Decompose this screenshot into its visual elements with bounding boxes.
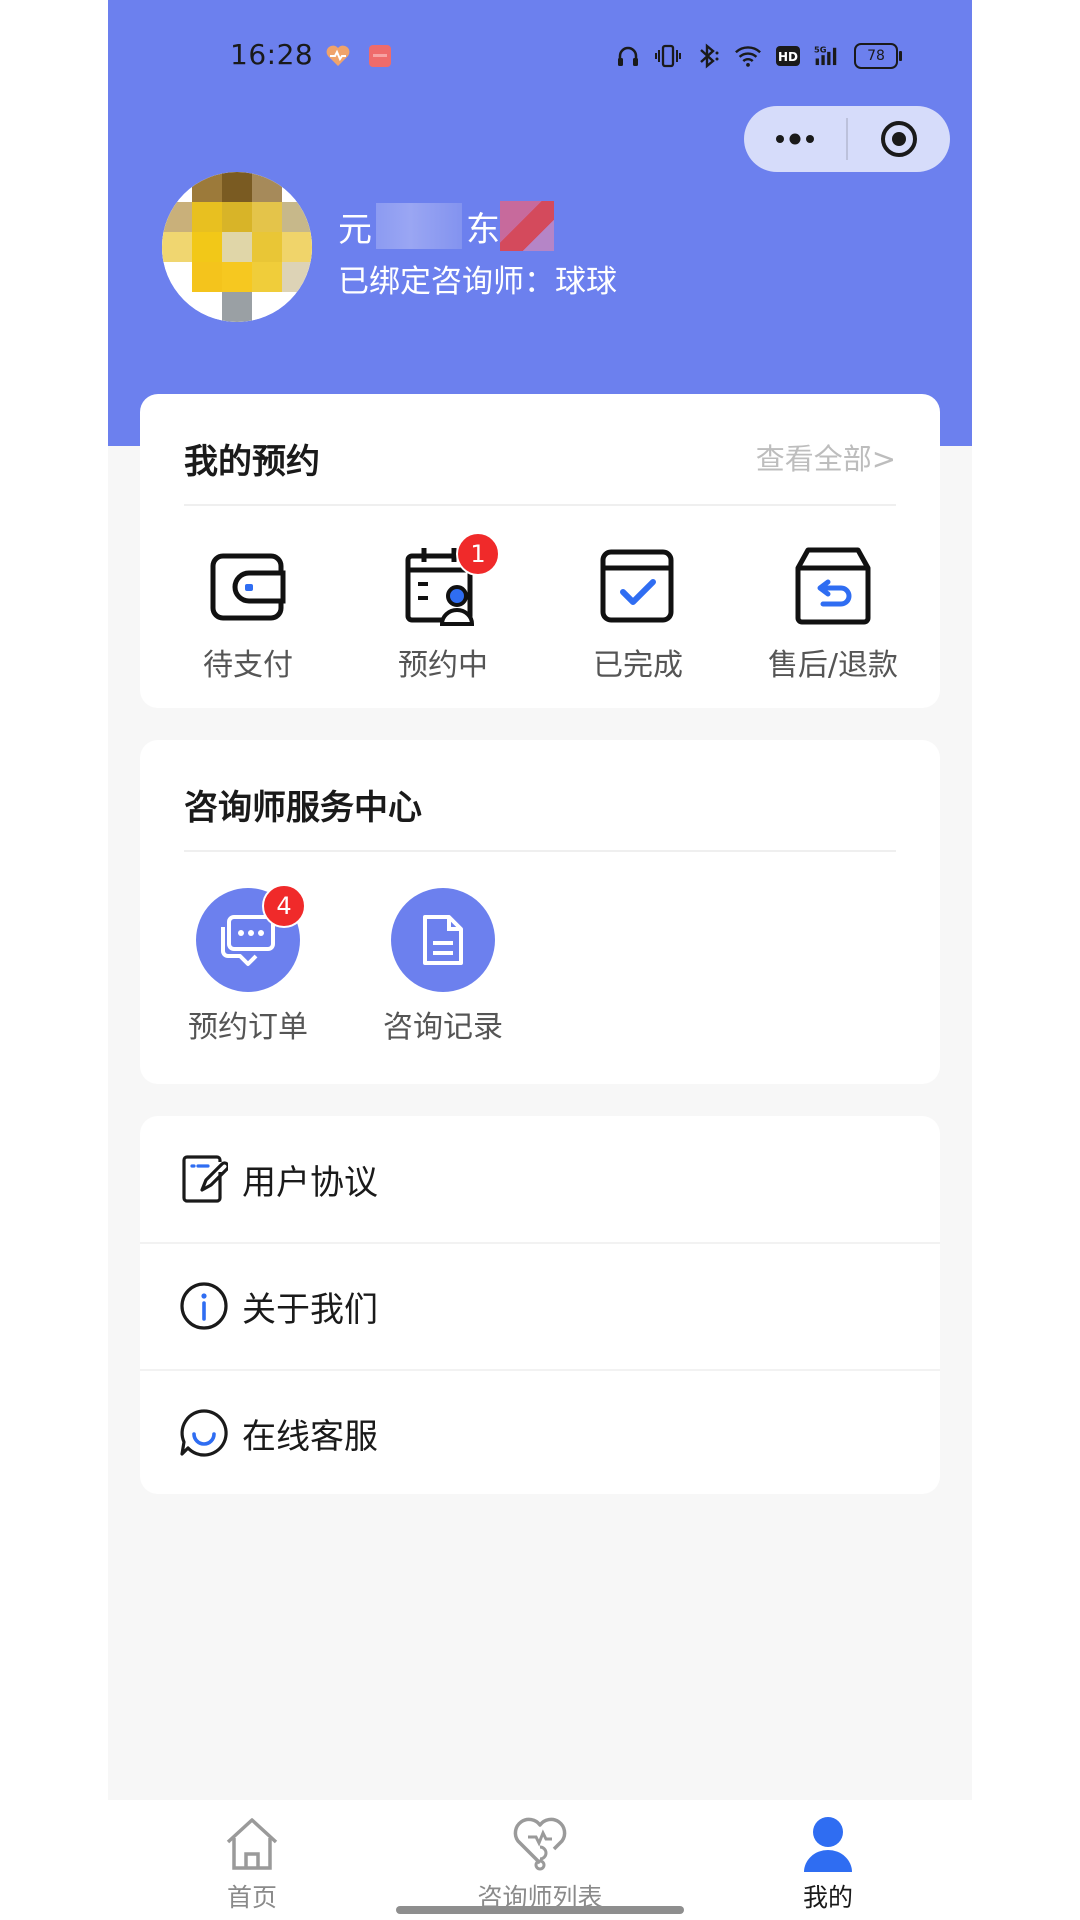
service-center-title: 咨询师服务中心 [184,788,422,828]
service-label: 咨询记录 [383,1010,503,1045]
mini-program-page: 16:28 HD 5G 78 元 东 已绑定咨询师：球球 我的预约 查看全部> … [108,0,972,1920]
tab-label: 我的 [802,1883,853,1912]
battery-icon: 78 [854,43,902,69]
nickname-blurred [376,203,462,249]
check-calendar-icon [595,544,681,630]
bound-consultant: 已绑定咨询师：球球 [338,256,617,301]
menu-online-customer-service[interactable]: 在线客服 [140,1370,940,1494]
appointment-label: 预约中 [398,648,488,683]
appointment-pending-payment[interactable]: 待支付 [168,544,328,684]
document-icon [391,888,495,992]
appointment-in-progress[interactable]: 1 预约中 [363,532,523,684]
home-icon [220,1812,284,1876]
bound-consultant-name: 球球 [555,264,617,300]
view-all-link[interactable]: 查看全部> [756,436,896,478]
wifi-icon [734,42,762,70]
menu-user-agreement[interactable]: 用户协议 [140,1116,940,1242]
heart-stethoscope-icon [508,1812,572,1876]
card-divider [184,850,896,852]
tab-home[interactable]: 首页 [152,1812,352,1914]
tab-label: 首页 [226,1883,277,1912]
bound-consultant-label: 已绑定咨询师： [338,264,555,300]
consultant-service-center-card: 咨询师服务中心 4 预约订单 咨询记录 [140,740,940,1084]
appointment-completed[interactable]: 已完成 [558,544,718,684]
close-target-icon[interactable] [848,106,950,172]
service-consultation-records[interactable]: 咨询记录 [363,888,523,1046]
bottom-tab-bar: 首页 咨询师列表 我的 [108,1800,972,1920]
appointment-label: 已完成 [593,648,683,683]
svg-text:5G: 5G [814,45,827,55]
user-nickname: 元 东 [338,201,554,251]
my-appointments-card: 我的预约 查看全部> 待支付 1 预约中 已完成 售后/退款 [140,394,940,708]
headphones-icon [614,42,642,70]
service-label: 预约订单 [188,1010,308,1045]
tab-mine[interactable]: 我的 [728,1812,928,1914]
status-bar: 16:28 HD 5G 78 [108,34,972,80]
mini-program-capsule [744,106,950,172]
hd-icon: HD [774,42,802,70]
bluetooth-icon [694,42,722,70]
wallet-icon [205,544,291,630]
home-indicator [396,1906,684,1914]
nickname-end: 东 [466,209,500,250]
calendar-person-icon: 1 [400,532,500,630]
chat-bubble-icon: 4 [196,884,306,992]
menu-label: 在线客服 [242,1416,378,1457]
edit-document-icon [178,1153,230,1205]
menu-label: 用户协议 [242,1162,378,1203]
more-dots-icon[interactable] [744,106,846,172]
badge: 1 [456,532,500,576]
app-notification-icon [366,42,394,70]
status-time: 16:28 [230,38,314,71]
refund-box-icon [790,544,876,630]
menu-label: 关于我们 [242,1289,378,1330]
signal-5g-icon: 5G [814,42,842,70]
service-booking-orders[interactable]: 4 预约订单 [168,884,328,1046]
menu-about-us[interactable]: 关于我们 [140,1243,940,1369]
nickname-start: 元 [338,209,372,250]
tab-consultant-list[interactable]: 咨询师列表 [440,1812,640,1914]
vibrate-icon [654,42,682,70]
settings-menu: 用户协议 关于我们 在线客服 [140,1116,940,1494]
card-divider [184,504,896,506]
heart-pulse-icon [324,42,352,70]
user-icon [796,1812,860,1876]
nickname-emoji-blurred [500,201,554,251]
customer-service-icon [178,1407,230,1459]
my-appointments-title: 我的预约 [184,442,320,482]
avatar[interactable] [162,172,312,322]
badge: 4 [262,884,306,928]
info-icon [178,1280,230,1332]
appointment-label: 售后/退款 [767,648,899,683]
appointment-label: 待支付 [203,648,293,683]
svg-text:HD: HD [778,50,798,64]
appointment-after-sale-refund[interactable]: 售后/退款 [753,544,913,684]
